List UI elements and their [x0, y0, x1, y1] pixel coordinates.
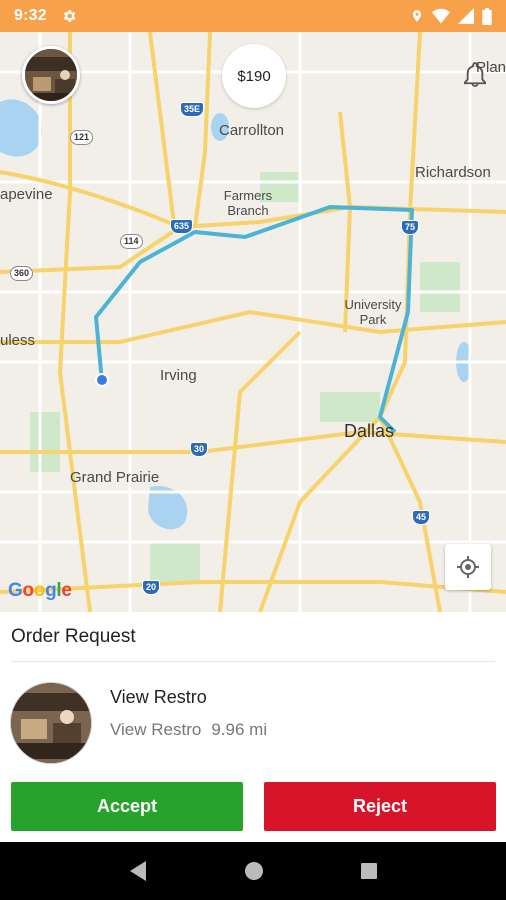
route-shield-114: 114: [120, 234, 143, 249]
accept-button[interactable]: Accept: [11, 782, 243, 831]
google-logo: Google: [8, 580, 72, 601]
divider: [11, 661, 495, 662]
signal-icon: [458, 8, 474, 24]
highway-shield-35e: 35E: [180, 102, 205, 117]
highway-shield-635: 635: [170, 219, 194, 234]
map-label-farmers-branch: Farmers Branch: [223, 188, 273, 218]
highway-shield-75: 75: [401, 220, 420, 235]
map-label-grapevine: apevine: [0, 186, 53, 203]
map-label-carrollton: Carrollton: [219, 122, 285, 139]
restaurant-subtitle: View Restro: [110, 720, 202, 739]
gear-icon: [63, 10, 76, 22]
route-shield-360: 360: [10, 266, 34, 281]
status-bar: 9:32: [0, 0, 506, 32]
highway-shield-45: 45: [412, 510, 431, 525]
battery-icon: [482, 7, 492, 25]
restaurant-details: View Restro 9.96 mi: [110, 720, 267, 740]
map-label-dallas: Dallas: [344, 421, 395, 441]
map-label-university-park: University Park: [344, 297, 402, 327]
recents-icon[interactable]: [360, 862, 378, 880]
map-label-euless: uless: [0, 332, 36, 349]
driver-avatar[interactable]: [22, 46, 80, 104]
route-shield-121: 121: [70, 130, 94, 145]
my-location-icon: [457, 556, 479, 578]
restaurant-avatar: [11, 683, 91, 763]
restaurant-name: View Restro: [110, 687, 207, 707]
my-location-button[interactable]: [445, 544, 491, 590]
map-label-richardson: Richardson: [415, 164, 491, 181]
restaurant-distance: 9.96 mi: [211, 720, 268, 739]
reject-button[interactable]: Reject: [264, 782, 496, 831]
earnings-badge: $190: [222, 44, 286, 108]
accept-label: Accept: [96, 796, 158, 816]
map-view[interactable]: Carrollton Richardson apevine Farmers Br…: [0, 32, 506, 612]
order-request-title: Order Request: [11, 626, 136, 647]
earnings-amount: $190: [237, 67, 271, 85]
status-time: 9:32: [14, 7, 47, 24]
highway-shield-20: 20: [142, 580, 161, 595]
wifi-icon: [432, 8, 450, 24]
restaurant-photo: [11, 683, 91, 763]
home-icon[interactable]: [244, 861, 264, 881]
map-label-plano: Plan: [476, 59, 506, 76]
reject-label: Reject: [352, 796, 408, 816]
highway-shield-30: 30: [190, 442, 209, 457]
location-icon: [412, 10, 422, 22]
map-label-grand-prairie: Grand Prairie: [70, 469, 160, 486]
system-nav-bar: [0, 842, 506, 900]
back-icon[interactable]: [128, 860, 148, 882]
map-label-irving: Irving: [160, 367, 197, 384]
map-canvas: [0, 32, 506, 612]
